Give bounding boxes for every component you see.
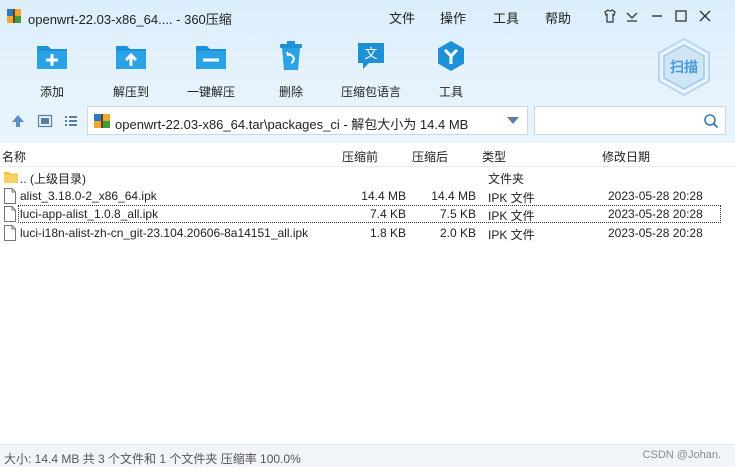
extract-to-button[interactable]: 解压到 (95, 38, 167, 99)
file-name: luci-app-alist_1.0.8_all.ipk (20, 207, 159, 221)
path-text: openwrt-22.03-x86_64.tar\packages_ci - 解… (115, 117, 469, 132)
up-arrow-icon[interactable] (10, 113, 26, 129)
file-size-after: 7.5 KB (439, 207, 476, 221)
file-type: IPK 文件 (488, 228, 535, 242)
file-size-after: 2.0 KB (439, 226, 476, 240)
file-name: .. (上级目录) (20, 172, 86, 186)
archive-language-button[interactable]: 文 压缩包语言 (335, 38, 407, 99)
archive-file-icon (94, 114, 110, 128)
menu-file[interactable]: 文件 (389, 8, 415, 27)
add-button[interactable]: 添加 (16, 38, 88, 99)
file-name: alist_3.18.0-2_x86_64.ipk (20, 189, 157, 203)
status-text: 大小: 14.4 MB 共 3 个文件和 1 个文件夹 压缩率 100.0% (4, 452, 301, 466)
window-title: openwrt-22.03-x86_64.... - 360压缩 (28, 12, 232, 27)
one-click-extract-icon (196, 46, 226, 69)
skin-icon[interactable] (601, 7, 619, 25)
file-name: luci-i18n-alist-zh-cn_git-23.104.20606-8… (20, 226, 309, 240)
list-item-parent-folder[interactable]: .. (上级目录) 文件夹 (0, 168, 735, 186)
watermark: CSDN @Johan. (642, 449, 721, 461)
scan-label: 扫描 (670, 59, 698, 76)
delete-label: 删除 (278, 85, 303, 99)
scan-button[interactable]: 扫描 (653, 37, 715, 97)
tools-hexagon-icon (438, 41, 464, 71)
list-item-alist[interactable]: alist_3.18.0-2_x86_64.ipk 14.4 MB 14.4 M… (0, 187, 735, 205)
menu-operation[interactable]: 操作 (440, 8, 466, 27)
maximize-icon[interactable] (672, 7, 690, 25)
column-after[interactable]: 压缩后 (412, 148, 448, 165)
language-icon: 文 (358, 43, 384, 69)
add-icon (37, 46, 67, 69)
file-type: IPK 文件 (488, 191, 535, 205)
minimize-icon[interactable] (648, 7, 666, 25)
file-icon (4, 188, 16, 204)
one-click-extract-button[interactable]: 一键解压 (175, 38, 247, 99)
column-type[interactable]: 类型 (482, 148, 506, 165)
tools-button[interactable]: 工具 (415, 38, 487, 99)
menu-help[interactable]: 帮助 (545, 8, 571, 27)
file-size-before: 14.4 MB (361, 189, 406, 203)
extract-folder-icon (116, 46, 146, 69)
file-icon (4, 225, 16, 241)
archive-app-icon (7, 9, 21, 23)
list-item-luci-app-alist[interactable]: luci-app-alist_1.0.8_all.ipk 7.4 KB 7.5 … (0, 205, 735, 223)
archive-language-label: 压缩包语言 (340, 85, 401, 99)
title-bar: openwrt-22.03-x86_64.... - 360压缩 文件 操作 工… (0, 0, 735, 32)
app-window: openwrt-22.03-x86_64.... - 360压缩 文件 操作 工… (0, 0, 735, 467)
search-input[interactable] (539, 111, 689, 131)
file-icon (4, 206, 16, 222)
column-name[interactable]: 名称 (2, 148, 26, 165)
one-click-extract-label: 一键解压 (186, 85, 235, 99)
add-label: 添加 (39, 85, 64, 99)
search-box[interactable] (534, 106, 726, 135)
status-bar: 大小: 14.4 MB 共 3 个文件和 1 个文件夹 压缩率 100.0% C… (0, 444, 735, 467)
close-icon[interactable] (696, 7, 714, 25)
extract-to-label: 解压到 (112, 85, 149, 99)
file-modified: 2023-05-28 20:28 (608, 226, 703, 240)
file-size-before: 1.8 KB (369, 226, 406, 240)
header-divider (0, 166, 735, 167)
dropdown-menu-icon[interactable] (623, 7, 641, 25)
svg-text:文: 文 (364, 47, 377, 62)
file-size-after: 14.4 MB (431, 189, 476, 203)
file-type: IPK 文件 (488, 209, 535, 223)
menu-tools[interactable]: 工具 (493, 8, 519, 27)
column-modified[interactable]: 修改日期 (602, 148, 650, 165)
file-size-before: 7.4 KB (369, 207, 406, 221)
thumbnail-view-icon[interactable] (37, 113, 53, 129)
list-view-icon[interactable] (63, 113, 79, 129)
delete-button[interactable]: 删除 (255, 38, 327, 99)
column-header: 名称 压缩前 压缩后 类型 修改日期 (0, 147, 735, 165)
list-item-luci-i18n-alist[interactable]: luci-i18n-alist-zh-cn_git-23.104.20606-8… (0, 224, 735, 242)
search-icon[interactable] (703, 113, 719, 129)
top-panel: openwrt-22.03-x86_64.... - 360压缩 文件 操作 工… (0, 0, 735, 143)
recycle-bin-icon (280, 41, 302, 70)
folder-icon (4, 172, 18, 183)
file-modified: 2023-05-28 20:28 (608, 189, 703, 203)
path-combobox[interactable]: openwrt-22.03-x86_64.tar\packages_ci - 解… (87, 106, 528, 135)
file-modified: 2023-05-28 20:28 (608, 207, 703, 221)
column-compressed[interactable]: 压缩前 (342, 148, 378, 165)
tools-label: 工具 (438, 85, 463, 99)
path-dropdown-arrow-icon[interactable] (507, 117, 519, 124)
scan-shield-icon: 扫描 (658, 37, 710, 97)
file-type: 文件夹 (488, 172, 525, 186)
